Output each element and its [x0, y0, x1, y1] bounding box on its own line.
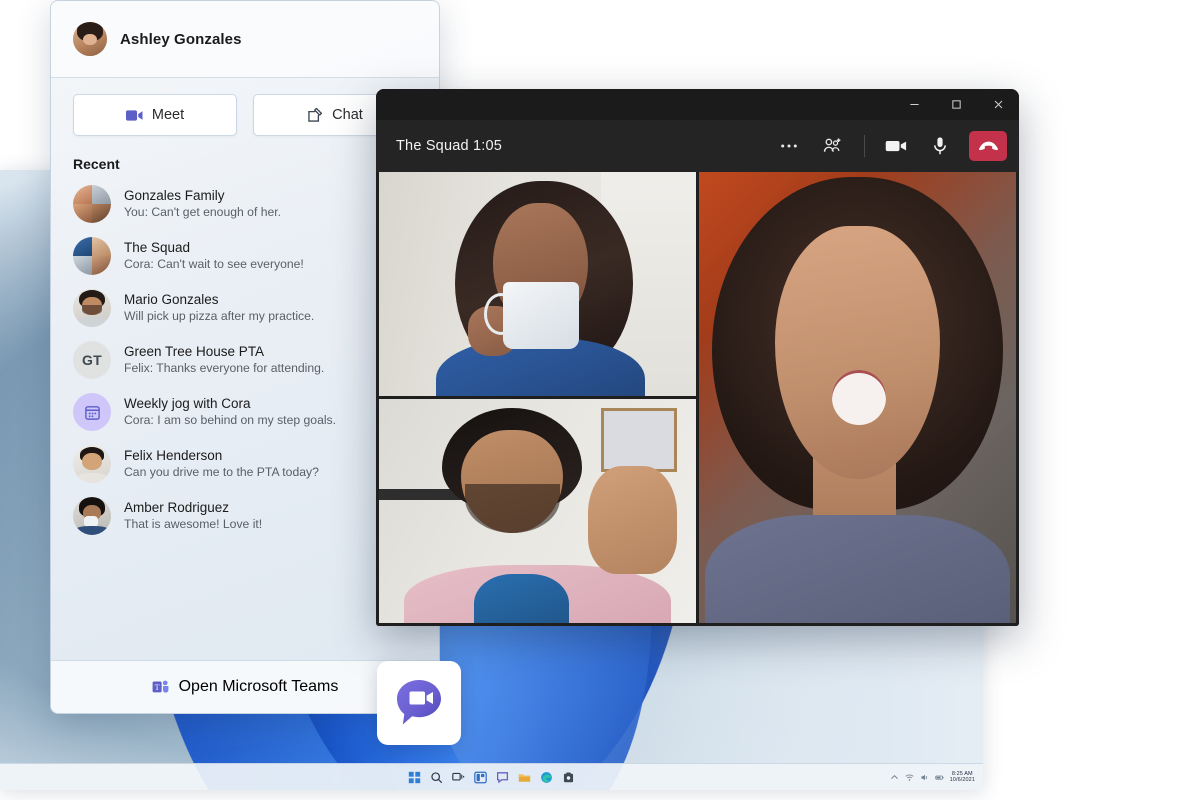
list-item-text: The Squad Cora: Can't wait to see everyo…: [124, 239, 304, 273]
person-photo-avatar: [73, 497, 111, 535]
close-button[interactable]: [977, 89, 1019, 120]
add-people-button[interactable]: [818, 131, 848, 161]
video-camera-icon: [125, 109, 143, 121]
hang-up-button[interactable]: [969, 131, 1007, 161]
group-photo-quad-avatar: [73, 237, 111, 275]
chat-title: Mario Gonzales: [124, 292, 219, 307]
chat-title: Weekly jog with Cora: [124, 396, 251, 411]
ellipsis-icon: [781, 144, 797, 148]
list-item-text: Gonzales Family You: Can't get enough of…: [124, 187, 281, 221]
maximize-icon: [951, 100, 961, 109]
participant-tile[interactable]: [379, 172, 696, 396]
video-camera-icon: [885, 141, 907, 152]
meeting-title: The Squad 1:05: [396, 138, 502, 154]
group-photo-quad-avatar: [73, 185, 111, 223]
svg-text:T: T: [154, 683, 159, 692]
participant-tile-speaker[interactable]: [699, 172, 1016, 623]
battery-icon[interactable]: [934, 773, 944, 782]
task-view-icon[interactable]: [452, 771, 465, 784]
participant-with-mug-video: [379, 172, 696, 396]
taskbar-clock[interactable]: 8:25 AM 10/6/2021: [950, 771, 975, 784]
windows-taskbar[interactable]: 8:25 AM 10/6/2021: [0, 763, 983, 790]
meeting-toolbar: The Squad 1:05: [376, 120, 1019, 172]
teams-launcher-button[interactable]: [377, 661, 461, 745]
teams-chat-video-icon: [397, 680, 441, 725]
system-tray[interactable]: 8:25 AM 10/6/2021: [890, 764, 975, 790]
compose-chat-icon: [308, 107, 323, 122]
search-icon[interactable]: [430, 771, 443, 784]
list-item-text: Amber Rodriguez That is awesome! Love it…: [124, 499, 262, 533]
chat-preview: Cora: I am so behind on my step goals.: [124, 413, 337, 427]
minimize-icon: [909, 103, 919, 106]
calendar-icon: [84, 405, 100, 420]
user-name: Ashley Gonzales: [120, 30, 242, 48]
edge-icon[interactable]: [540, 771, 553, 784]
initials-avatar: GT: [73, 341, 111, 379]
participant-speaker-video: [699, 172, 1016, 623]
list-item-text: Felix Henderson Can you drive me to the …: [124, 447, 319, 481]
chat-preview: That is awesome! Love it!: [124, 517, 263, 531]
chat-preview: Can you drive me to the PTA today?: [124, 465, 319, 479]
chat-title: The Squad: [124, 240, 191, 255]
toggle-mic-button[interactable]: [925, 131, 955, 161]
control-divider: [864, 135, 865, 157]
store-icon[interactable]: [562, 771, 575, 784]
microsoft-teams-icon: T: [152, 680, 169, 693]
chat-title: Gonzales Family: [124, 188, 225, 203]
participant-tile[interactable]: [379, 399, 696, 623]
more-options-button[interactable]: [774, 131, 804, 161]
participant-video-grid: [376, 172, 1019, 626]
list-item-text: Mario Gonzales Will pick up pizza after …: [124, 291, 314, 325]
screenshot-root: 8:25 AM 10/6/2021 Ashley Gonzales Meet C…: [0, 0, 1200, 800]
microphone-icon: [934, 137, 946, 155]
meeting-controls: [774, 131, 1007, 161]
list-item-text: Weekly jog with Cora Cora: I am so behin…: [124, 395, 336, 429]
close-icon: [994, 100, 1002, 109]
start-icon[interactable]: [408, 771, 421, 784]
open-teams-label: Open Microsoft Teams: [178, 678, 339, 695]
meet-button-label: Meet: [151, 107, 185, 123]
video-grid-left-column: [379, 172, 696, 623]
person-photo-avatar: [73, 289, 111, 327]
toggle-camera-button[interactable]: [881, 131, 911, 161]
meet-button[interactable]: Meet: [73, 94, 237, 136]
network-icon[interactable]: [905, 773, 914, 782]
file-explorer-icon[interactable]: [518, 771, 531, 784]
participant-waving-video: [379, 399, 696, 623]
chat-preview: You: Can't get enough of her.: [124, 205, 282, 219]
calendar-avatar: [73, 393, 111, 431]
chat-preview: Cora: Can't wait to see everyone!: [124, 257, 304, 271]
list-item-text: Green Tree House PTA Felix: Thanks every…: [124, 343, 324, 377]
flyout-header: Ashley Gonzales: [51, 1, 439, 78]
chat-icon[interactable]: [496, 771, 509, 784]
person-photo-avatar: [73, 445, 111, 483]
avatar: [73, 22, 107, 56]
add-people-icon: [823, 138, 841, 152]
chat-title: Green Tree House PTA: [124, 344, 265, 359]
taskbar-icon-group: [408, 771, 575, 784]
clock-date: 10/6/2021: [949, 777, 975, 783]
chat-preview: Felix: Thanks everyone for attending.: [124, 361, 325, 375]
chat-preview: Will pick up pizza after my practice.: [124, 309, 315, 323]
maximize-button[interactable]: [935, 89, 977, 120]
widgets-icon[interactable]: [474, 771, 487, 784]
hang-up-icon: [978, 141, 998, 151]
volume-icon[interactable]: [920, 773, 929, 782]
window-chrome: [376, 89, 1019, 120]
minimize-button[interactable]: [893, 89, 935, 120]
chat-title: Amber Rodriguez: [124, 500, 230, 515]
chat-title: Felix Henderson: [124, 448, 223, 463]
avatar-initials: GT: [73, 341, 111, 379]
show-hidden-icons[interactable]: [890, 773, 899, 782]
teams-meeting-window: The Squad 1:05: [376, 89, 1019, 626]
chat-button-label: Chat: [332, 107, 363, 123]
